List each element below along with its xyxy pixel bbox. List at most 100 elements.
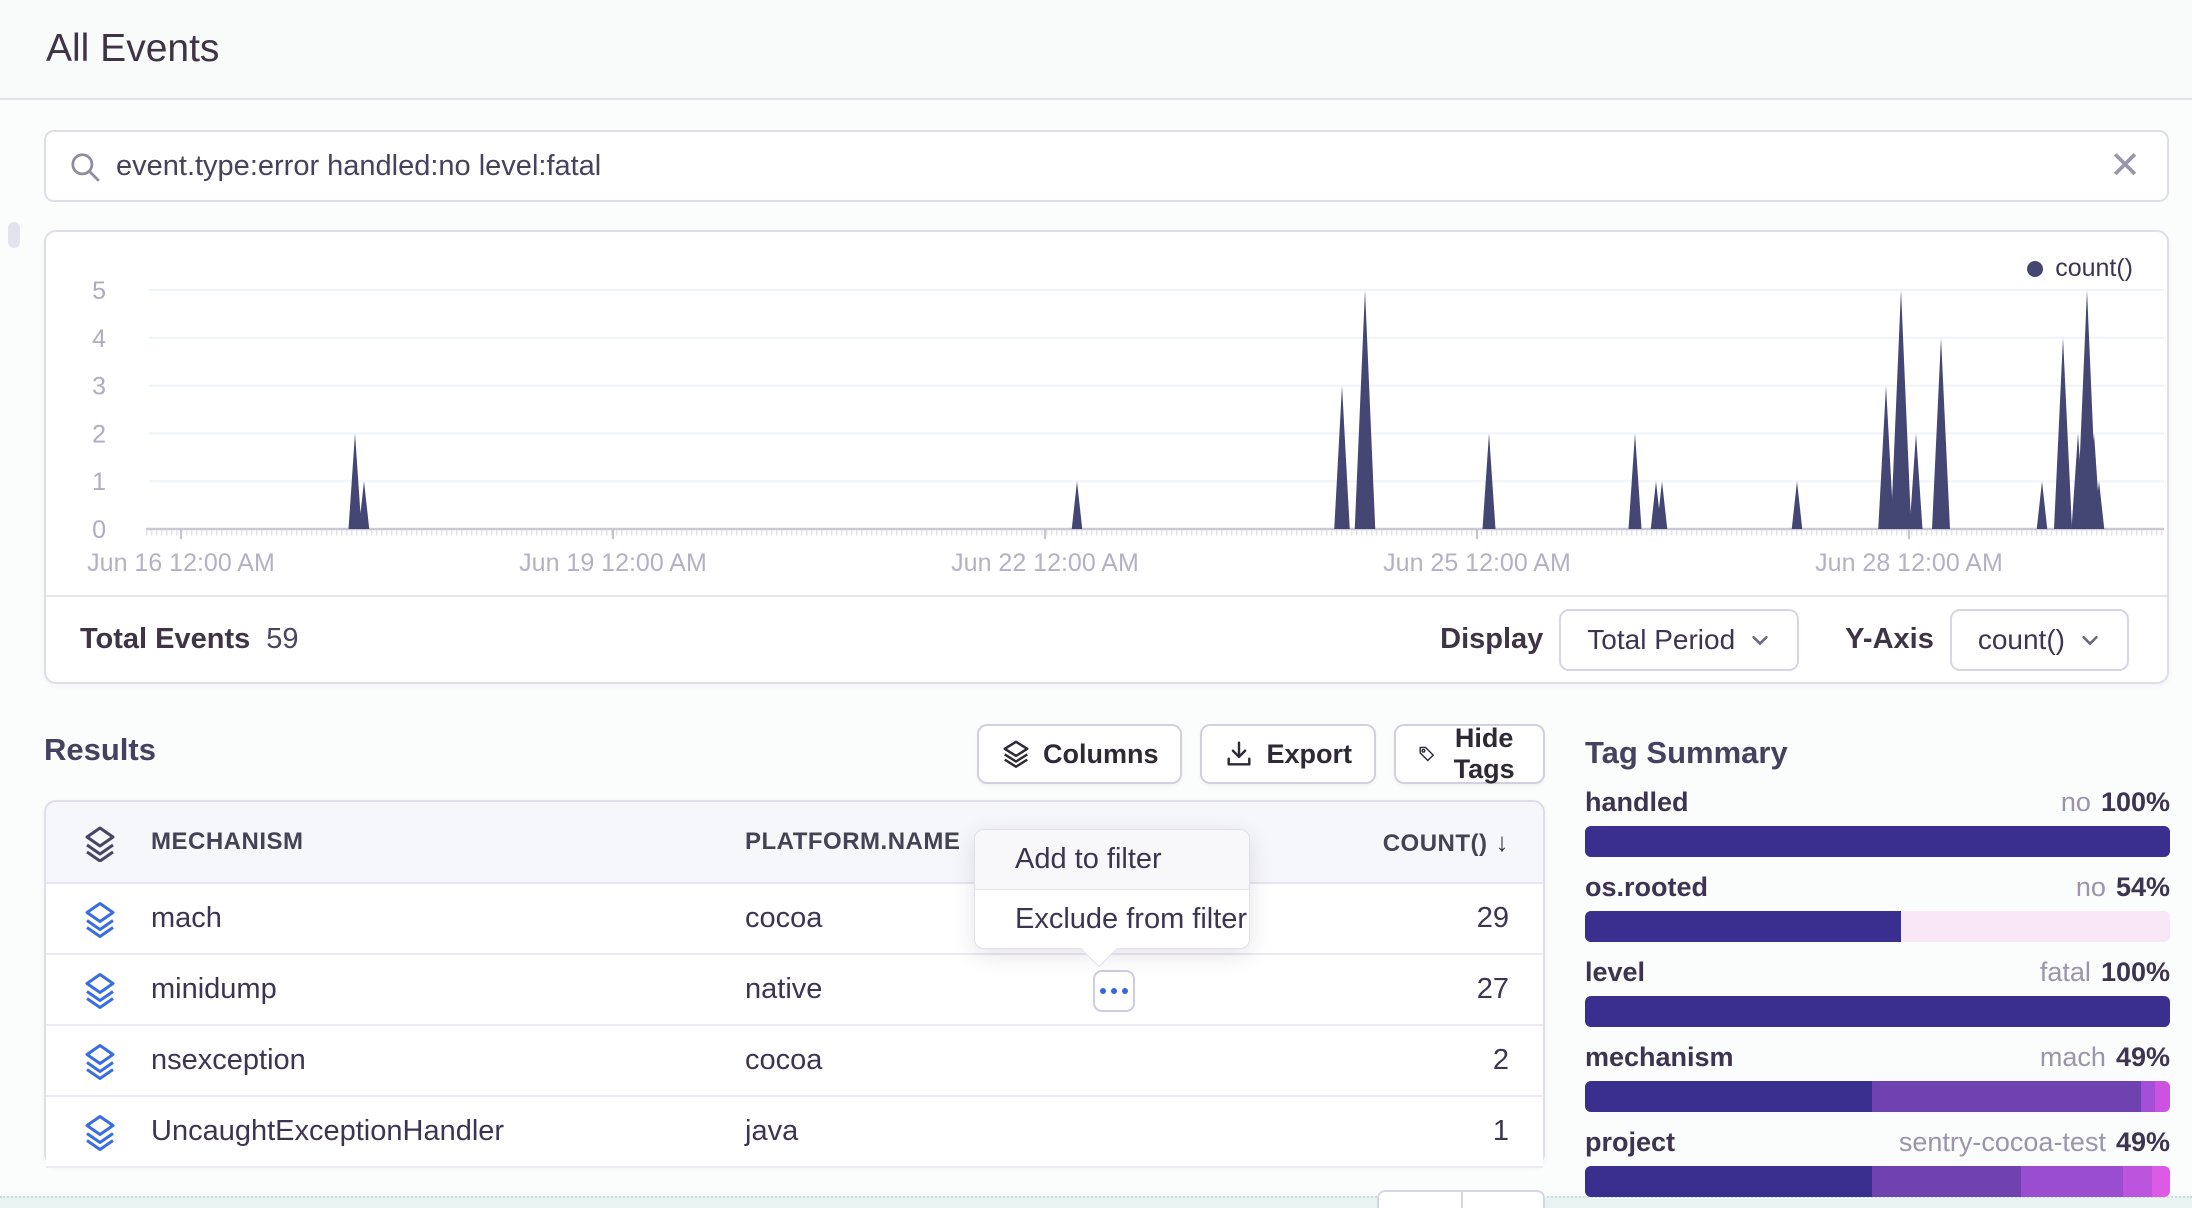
layers-icon [84, 901, 116, 938]
tag-bar-level[interactable] [1585, 996, 2170, 1027]
tag-top-pct: 49% [2116, 1042, 2170, 1073]
cell-platform[interactable]: cocoa [745, 884, 822, 953]
layers-icon [84, 826, 116, 862]
tag-bar-segment[interactable] [1872, 1166, 2021, 1197]
search-input[interactable]: event.type:error handled:no level:fatal … [44, 130, 2169, 202]
table-row[interactable]: nsexception cocoa 2 [46, 1026, 1543, 1097]
tag-top-value: mach [2040, 1042, 2106, 1073]
events-chart-panel: 012345Jun 16 12:00 AMJun 19 12:00 AMJun … [44, 230, 2169, 684]
table-row[interactable]: minidump native 27 [46, 955, 1543, 1026]
columns-button[interactable]: Columns [977, 724, 1183, 784]
table-header-row: MECHANISM PLATFORM.NAME COUNT()↓ [46, 802, 1543, 884]
svg-text:0: 0 [92, 516, 106, 544]
tag-item-handled: handled no 100% [1585, 787, 2170, 818]
cell-context-menu: Add to filter Exclude from filter [974, 829, 1250, 949]
cell-mechanism[interactable]: UncaughtExceptionHandler [151, 1097, 504, 1166]
tag-name: mechanism [1585, 1042, 1734, 1073]
layers-icon [84, 972, 116, 1009]
tag-bar-segment[interactable] [2155, 1081, 2170, 1112]
pagination-buttons[interactable] [1377, 1190, 1545, 1208]
display-label: Display [1440, 623, 1543, 656]
cell-platform[interactable]: java [745, 1097, 798, 1166]
hide-tags-button[interactable]: Hide Tags [1394, 724, 1545, 784]
tag-top-value: fatal [2040, 957, 2091, 988]
tag-top-pct: 49% [2116, 1127, 2170, 1158]
page-header: All Events [0, 0, 2192, 100]
tag-bar-segment[interactable] [1585, 911, 1901, 942]
search-query-text[interactable]: event.type:error handled:no level:fatal [116, 132, 601, 200]
chevron-down-icon [1749, 629, 1771, 651]
cell-count[interactable]: 2 [1493, 1026, 1509, 1095]
pagination-divider [1461, 1192, 1463, 1208]
cell-mechanism[interactable]: mach [151, 884, 222, 953]
tag-bar-project[interactable] [1585, 1166, 2170, 1197]
layers-icon [84, 1114, 116, 1151]
cell-count[interactable]: 27 [1477, 955, 1509, 1024]
yaxis-select-value: count() [1978, 624, 2065, 656]
cell-actions-button[interactable] [1093, 970, 1135, 1012]
tag-name: handled [1585, 787, 1689, 818]
cell-mechanism[interactable]: minidump [151, 955, 277, 1024]
tag-bar-handled[interactable] [1585, 826, 2170, 857]
tag-top-value: no [2076, 872, 2106, 903]
clear-search-icon[interactable]: ✕ [2105, 146, 2145, 186]
tag-name: os.rooted [1585, 872, 1708, 903]
results-title: Results [44, 732, 156, 768]
tag-top-pct: 100% [2101, 787, 2170, 818]
menu-item-add-to-filter[interactable]: Add to filter [975, 830, 1249, 890]
column-header-platform[interactable]: PLATFORM.NAME [745, 802, 960, 882]
chart-legend: count() [2027, 254, 2133, 283]
display-select-value: Total Period [1587, 624, 1735, 656]
export-button-label: Export [1266, 739, 1352, 770]
tag-top-pct: 100% [2101, 957, 2170, 988]
yaxis-select[interactable]: count() [1950, 609, 2129, 671]
svg-text:4: 4 [92, 325, 106, 353]
menu-item-exclude-from-filter[interactable]: Exclude from filter [975, 890, 1249, 950]
tag-top-value: sentry-cocoa-test [1899, 1127, 2106, 1158]
column-header-count[interactable]: COUNT()↓ [1383, 802, 1509, 884]
ellipsis-icon [1111, 988, 1117, 994]
tag-bar-segment[interactable] [2141, 1081, 2156, 1112]
export-button[interactable]: Export [1200, 724, 1376, 784]
svg-text:5: 5 [92, 277, 106, 305]
svg-text:1: 1 [92, 468, 106, 496]
total-events-label: Total Events [80, 623, 250, 656]
column-header-mechanism[interactable]: MECHANISM [151, 802, 304, 882]
svg-text:Jun 25 12:00 AM: Jun 25 12:00 AM [1383, 549, 1571, 577]
hide-tags-button-label: Hide Tags [1447, 723, 1521, 785]
table-row[interactable]: mach cocoa 29 [46, 884, 1543, 955]
svg-text:Jun 28 12:00 AM: Jun 28 12:00 AM [1815, 549, 2003, 577]
display-select[interactable]: Total Period [1559, 609, 1799, 671]
cell-platform[interactable]: cocoa [745, 1026, 822, 1095]
tag-item-project: project sentry-cocoa-test 49% [1585, 1127, 2170, 1158]
total-events-value: 59 [266, 623, 298, 656]
layers-icon [84, 1043, 116, 1080]
svg-text:Jun 19 12:00 AM: Jun 19 12:00 AM [519, 549, 707, 577]
svg-text:Jun 16 12:00 AM: Jun 16 12:00 AM [87, 549, 275, 577]
tag-bar-mechanism[interactable] [1585, 1081, 2170, 1112]
sort-desc-icon: ↓ [1496, 827, 1510, 857]
tag-name: level [1585, 957, 1645, 988]
tag-bar-segment[interactable] [1585, 826, 2170, 857]
tag-item-level: level fatal 100% [1585, 957, 2170, 988]
results-table: MECHANISM PLATFORM.NAME COUNT()↓ mach co… [44, 800, 1545, 1166]
tag-bar-segment[interactable] [1585, 996, 2170, 1027]
cell-mechanism[interactable]: nsexception [151, 1026, 306, 1095]
tag-bar-os-rooted[interactable] [1585, 911, 2170, 942]
sidebar-drag-handle-icon[interactable] [8, 222, 20, 248]
cell-count[interactable]: 1 [1493, 1097, 1509, 1166]
tag-bar-segment[interactable] [1585, 1081, 1872, 1112]
chevron-down-icon [2079, 629, 2101, 651]
tag-bar-segment[interactable] [2021, 1166, 2123, 1197]
tag-bar-segment[interactable] [2123, 1166, 2152, 1197]
cell-platform[interactable]: native [745, 955, 822, 1024]
tag-bar-segment[interactable] [1585, 1166, 1872, 1197]
bottom-edge-strip [0, 1196, 2192, 1208]
ellipsis-icon [1122, 988, 1128, 994]
table-row[interactable]: UncaughtExceptionHandler java 1 [46, 1097, 1543, 1168]
tag-item-os-rooted: os.rooted no 54% [1585, 872, 2170, 903]
tag-bar-segment[interactable] [2152, 1166, 2170, 1197]
tag-icon [1418, 739, 1435, 769]
tag-bar-segment[interactable] [1872, 1081, 2141, 1112]
cell-count[interactable]: 29 [1477, 884, 1509, 953]
